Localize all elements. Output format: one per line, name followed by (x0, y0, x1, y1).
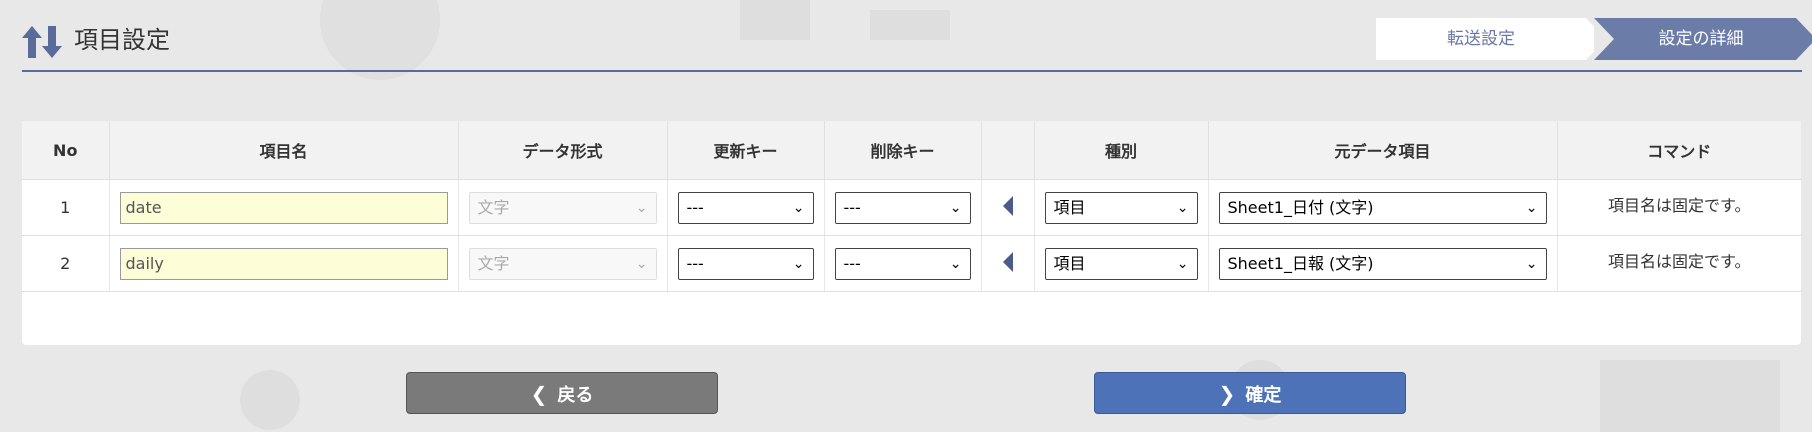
delete-key-cell: --- ⌄ (824, 179, 982, 236)
table-row: 2 文字 ⌄ --- ⌄ (22, 235, 1801, 292)
chevron-left-icon: ❮ (530, 382, 548, 406)
chevron-right-icon: ❯ (1218, 382, 1236, 406)
command-cell: 項目名は固定です。 (1557, 179, 1801, 236)
chevron-down-icon: ⌄ (1525, 199, 1538, 216)
sort-arrows-icon (22, 26, 62, 58)
row-number: 1 (22, 179, 110, 236)
update-key-cell: --- ⌄ (667, 235, 825, 292)
data-format-select: 文字 ⌄ (468, 191, 657, 224)
item-name-cell (109, 235, 459, 292)
delete-key-value: --- (843, 197, 861, 217)
triangle-left-icon (1002, 251, 1013, 272)
column-header-delete-key: 削除キー (824, 121, 982, 180)
kind-select[interactable]: 項目 ⌄ (1044, 191, 1198, 224)
item-name-cell (109, 179, 459, 236)
command-cell: 項目名は固定です。 (1557, 235, 1801, 292)
arrow-cell (981, 179, 1035, 236)
item-name-input[interactable] (119, 191, 448, 224)
chevron-down-icon: ⌄ (949, 255, 962, 272)
triangle-left-icon (1002, 195, 1013, 216)
chevron-down-icon: ⌄ (1176, 255, 1189, 272)
kind-value: 項目 (1053, 197, 1086, 217)
field-settings-table: No 項目名 データ形式 更新キー 削除キー 種別 元データ項目 コマンド 1 … (22, 121, 1801, 292)
column-header-no: No (22, 121, 110, 180)
delete-key-value: --- (843, 253, 861, 273)
column-header-source-item: 元データ項目 (1208, 121, 1558, 180)
item-name-input[interactable] (119, 247, 448, 280)
command-text: 項目名は固定です。 (1608, 195, 1751, 215)
delete-key-select[interactable]: --- ⌄ (834, 247, 971, 280)
delete-key-select[interactable]: --- ⌄ (834, 191, 971, 224)
table-header-row: No 項目名 データ形式 更新キー 削除キー 種別 元データ項目 コマンド (22, 121, 1801, 180)
chevron-down-icon: ⌄ (792, 255, 805, 272)
data-format-cell: 文字 ⌄ (458, 235, 668, 292)
chevron-down-icon: ⌄ (949, 199, 962, 216)
confirm-button[interactable]: ❯ 確定 (1094, 372, 1406, 414)
delete-key-cell: --- ⌄ (824, 235, 982, 292)
column-header-data-format: データ形式 (458, 121, 668, 180)
update-key-cell: --- ⌄ (667, 179, 825, 236)
source-item-select[interactable]: Sheet1_日報 (文字) ⌄ (1218, 247, 1547, 280)
column-header-arrow (981, 121, 1035, 180)
command-text: 項目名は固定です。 (1608, 251, 1751, 271)
page-title: 項目設定 (74, 26, 170, 54)
table-row: 1 文字 ⌄ --- ⌄ (22, 179, 1801, 236)
column-header-command: コマンド (1557, 121, 1801, 180)
source-item-value: Sheet1_日付 (文字) (1227, 197, 1374, 217)
source-item-value: Sheet1_日報 (文字) (1227, 253, 1374, 273)
chevron-down-icon: ⌄ (1176, 199, 1189, 216)
kind-cell: 項目 ⌄ (1034, 179, 1209, 236)
step-indicator: 転送設定 設定の詳細 (1376, 18, 1812, 60)
update-key-value: --- (686, 253, 704, 273)
arrow-cell (981, 235, 1035, 292)
data-format-value: 文字 (477, 197, 510, 217)
chevron-down-icon: ⌄ (1525, 255, 1538, 272)
column-header-update-key: 更新キー (667, 121, 825, 180)
step-transfer-settings: 転送設定 (1376, 18, 1606, 60)
field-settings-panel: No 項目名 データ形式 更新キー 削除キー 種別 元データ項目 コマンド 1 … (22, 121, 1801, 345)
source-item-select[interactable]: Sheet1_日付 (文字) ⌄ (1218, 191, 1547, 224)
data-format-value: 文字 (477, 253, 510, 273)
column-header-kind: 種別 (1034, 121, 1209, 180)
data-format-select: 文字 ⌄ (468, 247, 657, 280)
confirm-button-label: 確定 (1245, 385, 1282, 406)
header-divider (22, 70, 1802, 72)
source-item-cell: Sheet1_日報 (文字) ⌄ (1208, 235, 1558, 292)
kind-select[interactable]: 項目 ⌄ (1044, 247, 1198, 280)
chevron-down-icon: ⌄ (792, 199, 805, 216)
row-number: 2 (22, 235, 110, 292)
update-key-select[interactable]: --- ⌄ (677, 247, 814, 280)
source-item-cell: Sheet1_日付 (文字) ⌄ (1208, 179, 1558, 236)
chevron-down-icon: ⌄ (635, 199, 648, 216)
update-key-select[interactable]: --- ⌄ (677, 191, 814, 224)
kind-cell: 項目 ⌄ (1034, 235, 1209, 292)
back-button-label: 戻る (557, 385, 594, 406)
update-key-value: --- (686, 197, 704, 217)
column-header-item-name: 項目名 (109, 121, 459, 180)
step-settings-detail: 設定の詳細 (1594, 18, 1812, 60)
data-format-cell: 文字 ⌄ (458, 179, 668, 236)
chevron-down-icon: ⌄ (635, 255, 648, 272)
kind-value: 項目 (1053, 253, 1086, 273)
back-button[interactable]: ❮ 戻る (406, 372, 718, 414)
